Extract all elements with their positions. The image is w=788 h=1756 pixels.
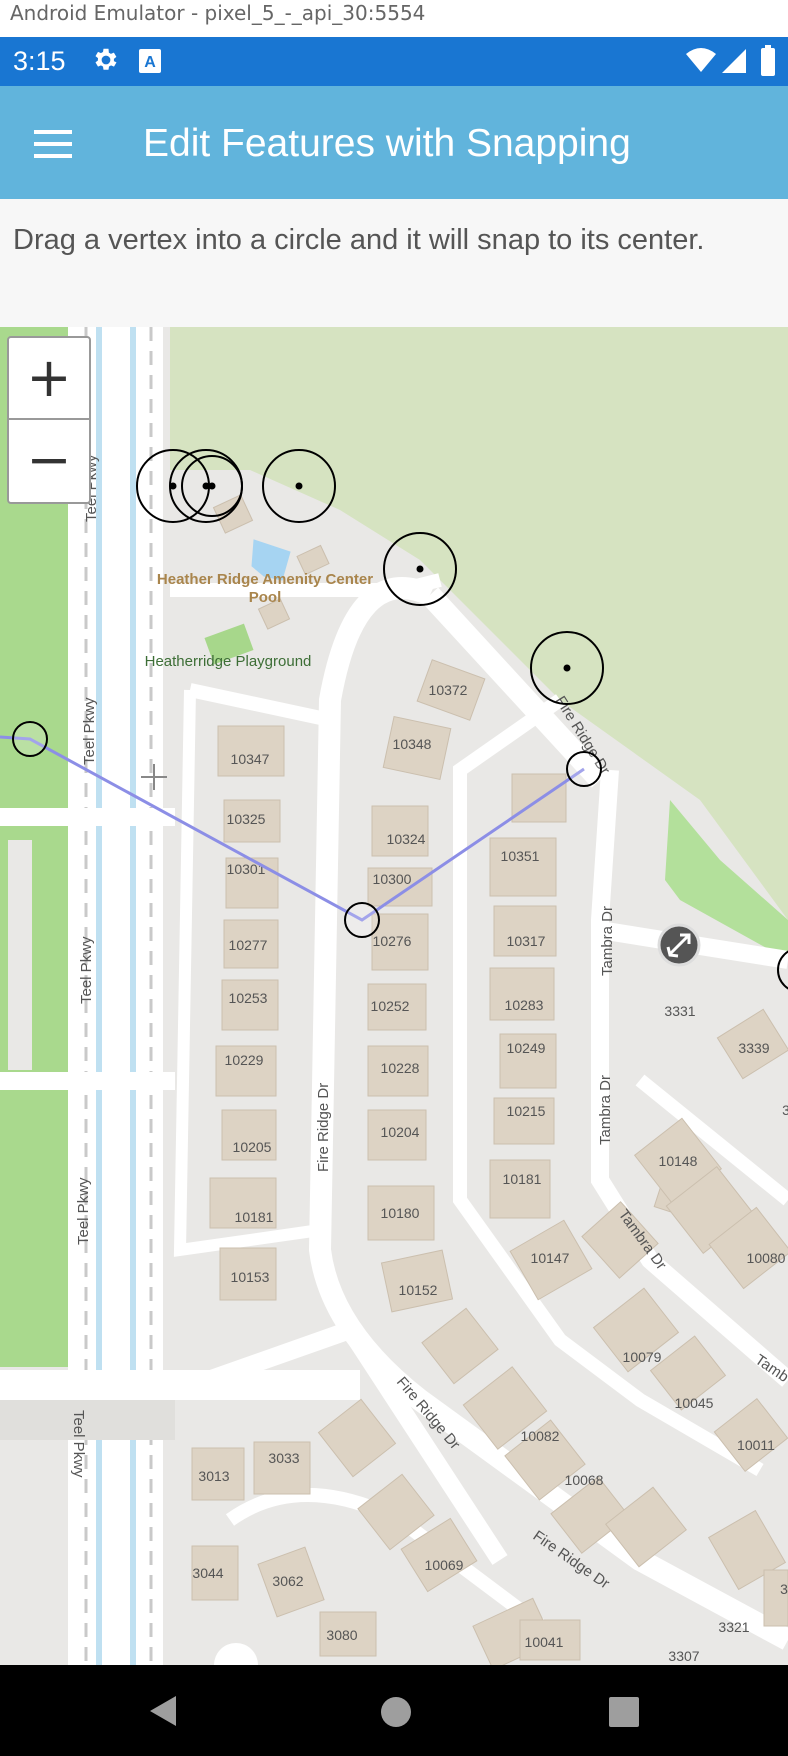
signal-icon <box>722 49 746 73</box>
waterway <box>130 327 136 1665</box>
house-number: 3033 <box>268 1450 299 1466</box>
street-label: Teel Pkwy <box>70 1410 87 1478</box>
keyboard-a-icon: A <box>139 49 161 73</box>
house-number: 10277 <box>229 937 268 953</box>
menu-button[interactable] <box>22 116 86 172</box>
emulator-title: Android Emulator - pixel_5_-_api_30:5554 <box>0 0 788 37</box>
polyline-vertex[interactable] <box>12 721 48 757</box>
wifi-icon <box>686 48 716 72</box>
zoom-in-button[interactable]: + <box>9 338 89 420</box>
house-number: 10300 <box>373 871 412 887</box>
settings-icon <box>95 48 117 70</box>
house-number: 3080 <box>326 1627 357 1643</box>
place-label-pool: Heather Ridge Amenity Center <box>157 571 373 588</box>
house-number: 10153 <box>231 1269 270 1285</box>
street-label: Tambra Dr <box>597 1075 614 1145</box>
house-number: 10249 <box>507 1040 546 1056</box>
house-number: 3062 <box>272 1573 303 1589</box>
place-label-pool-sub: Pool <box>249 589 282 606</box>
house-number: 10229 <box>225 1052 264 1068</box>
house-number: 10045 <box>675 1395 714 1411</box>
instructions-panel: Drag a vertex into a circle and it will … <box>0 199 788 327</box>
recents-button-icon[interactable] <box>608 1696 640 1728</box>
house-number: 10181 <box>503 1171 542 1187</box>
house-number: 3 <box>780 1581 788 1597</box>
street-label: Teel Pkwy <box>78 936 95 1004</box>
house-number: 10283 <box>505 997 544 1013</box>
rotate-handle-icon[interactable] <box>657 923 701 967</box>
house-number: 10069 <box>425 1557 464 1573</box>
street-label: Tamb <box>752 1351 788 1386</box>
house-number: 10351 <box>501 848 540 864</box>
house-number: 10181 <box>235 1209 274 1225</box>
house-number: 10079 <box>623 1349 662 1365</box>
house-number: 10348 <box>393 736 432 752</box>
navigation-bar <box>0 1665 788 1756</box>
status-bar: 3:15 A <box>0 37 788 86</box>
greenbelt-inner <box>8 840 32 1070</box>
polyline-vertex[interactable] <box>344 902 380 938</box>
house-number: 10228 <box>381 1060 420 1076</box>
house-number: 10252 <box>371 998 410 1014</box>
house-number: 10317 <box>507 933 546 949</box>
house-number: 3321 <box>718 1619 749 1635</box>
house-number: 10204 <box>381 1124 420 1140</box>
zoom-out-button[interactable]: − <box>9 420 89 500</box>
home-button-icon[interactable] <box>380 1696 412 1728</box>
house-number: 10041 <box>525 1634 564 1650</box>
house-number: 10180 <box>381 1205 420 1221</box>
map-canvas[interactable]: Teel Pkwy Teel Pkwy Teel Pkwy Teel Pkwy … <box>0 327 788 1665</box>
app-title: Edit Features with Snapping <box>143 122 631 165</box>
house-number: 3331 <box>664 1003 695 1019</box>
app-bar: Edit Features with Snapping <box>0 86 788 199</box>
instructions-text: Drag a vertex into a circle and it will … <box>13 224 705 256</box>
svg-text:A: A <box>144 54 156 71</box>
place-label-playground: Heatherridge Playground <box>145 653 312 670</box>
hamburger-menu-icon <box>34 130 72 158</box>
house-number: 10152 <box>399 1282 438 1298</box>
street-label: Fire Ridge Dr <box>315 1083 332 1172</box>
house-number: 10011 <box>737 1437 775 1453</box>
street-label: Teel Pkwy <box>81 697 98 765</box>
status-time: 3:15 <box>13 46 66 76</box>
house-number: 10068 <box>565 1472 604 1488</box>
house-number: 10082 <box>521 1428 560 1444</box>
house-number: 3307 <box>668 1648 699 1664</box>
street-label: Teel Pkwy <box>75 1177 92 1245</box>
zoom-control: + − <box>7 336 91 504</box>
house-number: 10148 <box>659 1153 698 1169</box>
house-number: 10325 <box>227 811 266 827</box>
polyline-vertex[interactable] <box>566 751 602 787</box>
house-number: 10215 <box>507 1103 546 1119</box>
battery-icon <box>761 45 775 76</box>
back-button-icon[interactable] <box>146 1694 180 1728</box>
house-number: 10324 <box>387 831 426 847</box>
house-number: 10347 <box>231 751 270 767</box>
house-number: 10253 <box>229 990 268 1006</box>
house-number: 3013 <box>198 1468 229 1484</box>
map-view[interactable]: Teel Pkwy Teel Pkwy Teel Pkwy Teel Pkwy … <box>0 327 788 1665</box>
street-label: Tambra Dr <box>599 906 616 976</box>
house-number: 3 <box>782 1102 788 1118</box>
house-number: 10147 <box>531 1250 570 1266</box>
waterway <box>96 327 102 1665</box>
house-number: 3044 <box>192 1565 223 1581</box>
house-number: 10080 <box>747 1250 786 1266</box>
house-number: 3339 <box>738 1040 769 1056</box>
house-number: 10372 <box>429 682 468 698</box>
house-number: 10205 <box>233 1139 272 1155</box>
house-number: 10276 <box>373 933 412 949</box>
